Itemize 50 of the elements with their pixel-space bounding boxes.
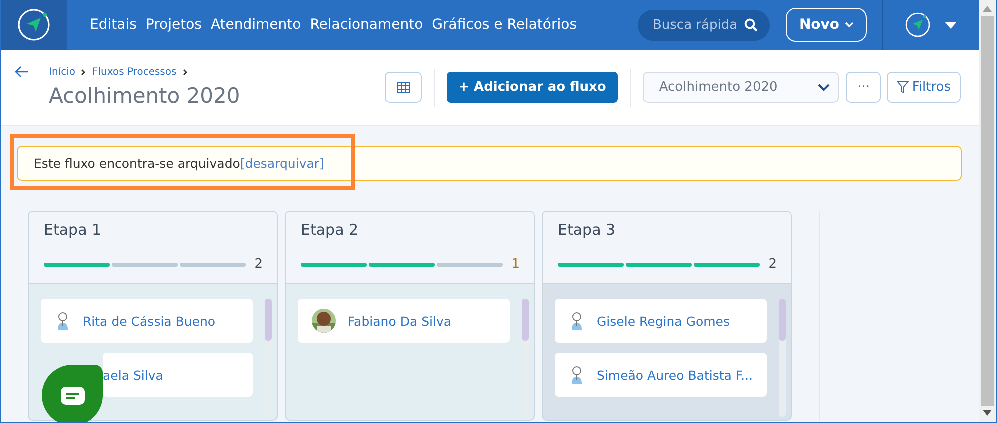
more-button[interactable]: ···: [846, 72, 882, 103]
person-icon: [55, 311, 71, 331]
person-name: aela Silva: [103, 368, 164, 382]
scroll-thumb[interactable]: [981, 16, 994, 406]
person-name: Gisele Regina Gomes: [597, 314, 730, 328]
person-icon: [569, 311, 585, 331]
chat-icon: [60, 386, 84, 404]
person-icon: [569, 365, 585, 385]
nav-link[interactable]: Relacionamento: [310, 17, 424, 33]
nav-link[interactable]: Projetos: [146, 17, 202, 33]
scroll-down-icon[interactable]: [983, 410, 992, 416]
person-card[interactable]: Simeão Aureo Batista F...: [555, 353, 767, 397]
filter-button[interactable]: Filtros: [887, 72, 961, 103]
person-card[interactable]: Rita de Cássia Bueno: [41, 299, 253, 343]
logo-icon[interactable]: [17, 8, 51, 42]
person-name: Fabiano Da Silva: [348, 314, 452, 328]
stage-title: Etapa 3: [558, 221, 617, 239]
person-card[interactable]: Fabiano Da Silva: [298, 299, 510, 343]
search-field[interactable]: Busca rápida: [638, 10, 770, 40]
chevron-down-icon: [844, 22, 854, 28]
person-card[interactable]: aela Silva: [103, 353, 253, 397]
nav-link[interactable]: Editais: [90, 17, 137, 33]
flow-select[interactable]: Acolhimento 2020: [643, 72, 840, 103]
stage-title: Etapa 2: [301, 221, 360, 239]
chevron-icon: [81, 69, 86, 76]
person-name: Rita de Cássia Bueno: [83, 314, 216, 328]
add-to-flow-button[interactable]: + Adicionar ao fluxo: [446, 72, 618, 103]
nav-link[interactable]: Atendimento: [210, 17, 302, 33]
new-button[interactable]: Novo: [786, 8, 867, 42]
stage-count: 2: [768, 257, 777, 272]
page-title: Acolhimento 2020: [49, 84, 240, 108]
nav-link[interactable]: Gráficos e Relatórios: [432, 17, 577, 33]
chevron-icon: [182, 69, 188, 76]
back-icon[interactable]: [15, 66, 29, 78]
breadcrumb-link[interactable]: Início: [49, 67, 76, 78]
stage-title: Etapa 1: [44, 221, 103, 239]
chevron-down-icon: [818, 84, 830, 92]
dropdown-icon[interactable]: [945, 22, 957, 28]
person-card[interactable]: Gisele Regina Gomes: [555, 299, 767, 343]
stage-count: 1: [512, 257, 520, 272]
avatar-icon[interactable]: [905, 12, 931, 38]
breadcrumb-link[interactable]: Fluxos Processos: [92, 67, 177, 78]
alert-message: Este fluxo encontra-se arquivado: [34, 156, 240, 171]
search-icon: [744, 18, 758, 32]
filter-icon: [897, 81, 910, 94]
grid-view-button[interactable]: [384, 72, 422, 103]
grid-icon: [396, 82, 410, 93]
person-name: Simeão Aureo Batista F...: [597, 368, 753, 382]
stage-count: 2: [254, 257, 263, 272]
unarchive-link[interactable]: [desarquivar]: [240, 156, 324, 171]
